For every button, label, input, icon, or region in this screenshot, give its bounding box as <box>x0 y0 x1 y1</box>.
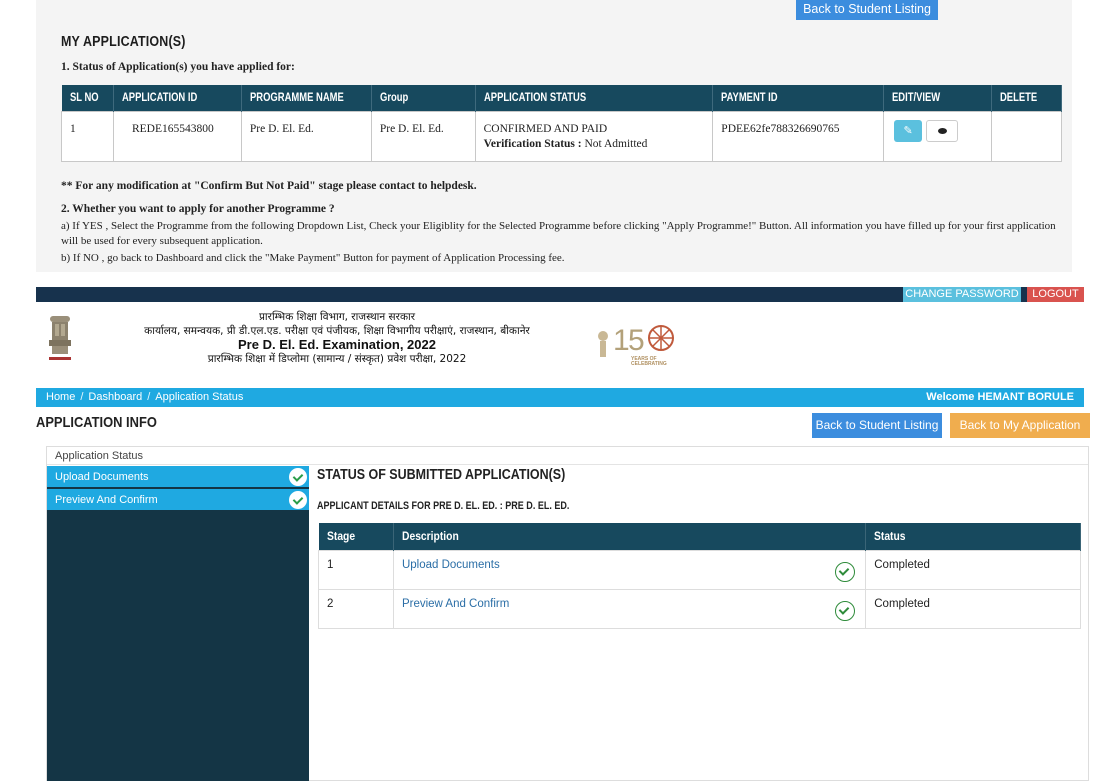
col-application-status: APPLICATION STATUS <box>475 85 714 111</box>
application-status-panel: Application Status Upload Documents Prev… <box>46 446 1089 781</box>
col-payment-id: PAYMENT ID <box>712 85 885 111</box>
edit-button[interactable]: ✎ <box>894 119 923 142</box>
eye-icon <box>938 127 948 134</box>
breadcrumb-dashboard[interactable]: Dashboard <box>88 391 142 403</box>
breadcrumb: Home / Dashboard / Application Status <box>46 391 244 403</box>
change-password-button[interactable]: CHANGE PASSWORD <box>903 287 1021 302</box>
col-application-id: APPLICATION ID <box>113 85 242 111</box>
cell-delete <box>991 110 1062 162</box>
sidebar-item-label: Preview And Confirm <box>55 494 158 506</box>
my-applications-section: Back to Student Listing MY APPLICATION(S… <box>36 0 1072 272</box>
cell-stage: 1 <box>318 549 394 590</box>
sidebar-item-upload-documents[interactable]: Upload Documents <box>47 466 309 489</box>
logout-button[interactable]: LOGOUT <box>1027 287 1084 302</box>
cell-programme-name: Pre D. El. Ed. <box>240 110 372 162</box>
check-circle-icon <box>835 561 856 582</box>
col-programme-name: PROGRAMME NAME <box>241 85 372 111</box>
table-row: 2 Preview And Confirm Completed <box>318 588 1081 629</box>
breadcrumb-bar: Home / Dashboard / Application Status Welcom… <box>36 388 1084 407</box>
breadcrumb-home[interactable]: Home <box>46 391 75 403</box>
check-circle-icon <box>289 468 307 486</box>
back-to-my-application-button[interactable]: Back to My Application <box>950 413 1090 438</box>
col-stage: Stage <box>318 523 394 550</box>
cell-status: Completed <box>865 588 1081 629</box>
national-emblem-icon <box>49 316 71 360</box>
col-delete: DELETE <box>991 85 1062 111</box>
breadcrumb-application-status: Application Status <box>155 391 244 403</box>
cell-description: Preview And Confirm <box>392 588 867 629</box>
cell-application-id: REDE165543800 <box>112 110 242 162</box>
cell-payment-id: PDEE62fe788326690765 <box>712 110 885 162</box>
applications-table: SL NO APPLICATION ID PROGRAMME NAME Grou… <box>61 85 1062 162</box>
status-title: STATUS OF SUBMITTED APPLICATION(S) <box>317 467 566 483</box>
panel-heading: Application Status <box>47 447 1088 465</box>
welcome-user: Welcome HEMANT BORULE <box>926 391 1074 403</box>
description-link[interactable]: Preview And Confirm <box>402 598 509 610</box>
cell-sl-no: 1 <box>61 110 114 162</box>
header-text: प्रारम्भिक शिक्षा विभाग, राजस्थान सरकार … <box>102 310 572 366</box>
applications-status-heading: 1. Status of Application(s) you have app… <box>61 61 295 73</box>
view-button[interactable] <box>926 119 959 142</box>
col-edit-view: EDIT/VIEW <box>883 85 992 111</box>
svg-text:CELEBRATING: CELEBRATING <box>631 361 667 367</box>
top-bar: CHANGE PASSWORD LOGOUT <box>36 287 1084 302</box>
check-circle-icon <box>289 491 307 509</box>
verification-status: Verification Status : Not Admitted <box>483 137 648 150</box>
sidebar-item-preview-and-confirm[interactable]: Preview And Confirm <box>47 489 309 512</box>
header-exam-title: Pre D. El. Ed. Examination, 2022 <box>238 337 436 352</box>
back-to-student-listing-button-2[interactable]: Back to Student Listing <box>812 413 942 438</box>
cell-application-status: CONFIRMED AND PAID Verification Status :… <box>474 110 714 162</box>
table-row: 1 Upload Documents Completed <box>318 549 1081 590</box>
col-sl-no: SL NO <box>61 85 114 111</box>
col-description: Description <box>393 523 867 550</box>
gandhi-150-logo-icon: 1 5 YEARS OF CELEBRATING <box>598 324 674 367</box>
sidebar: Upload Documents Preview And Confirm <box>47 466 309 781</box>
application-status-text: CONFIRMED AND PAID <box>483 122 608 135</box>
check-circle-icon <box>835 600 856 621</box>
header-line-1: प्रारम्भिक शिक्षा विभाग, राजस्थान सरकार <box>258 311 416 323</box>
svg-text:5: 5 <box>628 324 645 357</box>
site-header: प्रारम्भिक शिक्षा विभाग, राजस्थान सरकार … <box>36 302 1084 380</box>
description-link[interactable]: Upload Documents <box>402 559 500 571</box>
apply-another-question: 2. Whether you want to apply for another… <box>61 203 335 215</box>
helpdesk-note: ** For any modification at "Confirm But … <box>61 180 477 192</box>
header-line-2: कार्यालय, समन्वयक, प्री डी.एल.एड. परीक्ष… <box>144 325 530 337</box>
applicant-details-subtitle: APPLICANT DETAILS FOR PRE D. EL. ED. : P… <box>317 500 570 512</box>
stages-table: Stage Description Status 1 Upload Docume… <box>318 523 1081 629</box>
col-group: Group <box>371 85 476 111</box>
cell-group: Pre D. El. Ed. <box>370 110 476 162</box>
cell-description: Upload Documents <box>392 549 867 590</box>
apply-another-no-text: b) If NO , go back to Dashboard and clic… <box>61 252 565 264</box>
table-row: 1 REDE165543800 Pre D. El. Ed. Pre D. El… <box>61 110 1062 162</box>
sidebar-item-label: Upload Documents <box>55 471 149 483</box>
cell-edit-view: ✎ <box>883 110 992 162</box>
cell-stage: 2 <box>318 588 394 629</box>
edit-icon: ✎ <box>903 124 913 137</box>
back-to-student-listing-button[interactable]: Back to Student Listing <box>796 0 938 20</box>
header-line-4: प्रारम्भिक शिक्षा में डिप्लोमा (सामान्य … <box>207 353 467 365</box>
my-applications-title: MY APPLICATION(S) <box>61 34 186 50</box>
page-title: APPLICATION INFO <box>36 414 157 431</box>
apply-another-yes-text: a) If YES , Select the Programme from th… <box>61 220 1056 247</box>
col-status: Status <box>865 523 1081 550</box>
cell-status: Completed <box>865 549 1081 590</box>
